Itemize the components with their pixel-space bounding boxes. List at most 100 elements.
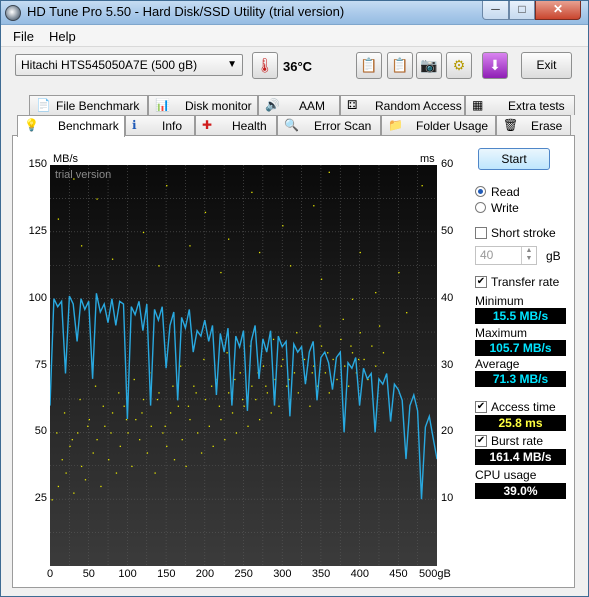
folder-icon: 📁: [388, 118, 403, 132]
tab-file-benchmark[interactable]: 📄 File Benchmark: [29, 95, 148, 115]
disk-monitor-icon: 📊: [155, 98, 170, 112]
access-time-point: [185, 465, 187, 468]
tab-label: Disk monitor: [185, 99, 252, 113]
access-time-point: [228, 392, 230, 394]
burst-rate-checkbox[interactable]: ✔: [475, 435, 487, 447]
access-time-point: [239, 372, 241, 374]
tab-aam[interactable]: 🔊 AAM: [258, 95, 340, 115]
access-time-point: [328, 392, 330, 394]
access-time-point: [336, 378, 338, 381]
tab-extra-tests[interactable]: ▦ Extra tests: [465, 95, 575, 115]
tab-health[interactable]: ✚ Health: [195, 115, 277, 135]
access-time-point: [270, 412, 272, 414]
read-label: Read: [491, 185, 520, 199]
x-tick-label: 350: [311, 568, 331, 580]
thermometer-icon[interactable]: 🌡: [252, 52, 278, 79]
access-time-point: [63, 412, 66, 414]
chart-svg: trial version: [49, 158, 438, 566]
copy-text-icon[interactable]: 📋: [356, 52, 382, 79]
write-radio[interactable]: [475, 202, 486, 213]
read-radio[interactable]: [475, 186, 486, 197]
access-time-point: [150, 425, 152, 427]
exit-button[interactable]: Exit: [521, 52, 572, 79]
access-time-point: [123, 405, 125, 407]
access-time-point: [189, 245, 191, 247]
tab-info[interactable]: ℹ Info: [125, 115, 195, 135]
access-time-checkbox[interactable]: ✔: [475, 401, 487, 413]
access-time-point: [220, 271, 222, 274]
access-time-point: [57, 485, 60, 488]
copy-image-icon[interactable]: 📋: [387, 52, 413, 79]
access-time-point: [359, 332, 361, 334]
menu-file[interactable]: File: [13, 29, 34, 44]
access-time-point: [262, 365, 265, 367]
random-access-icon: ⚃: [347, 98, 358, 112]
short-stroke-checkbox[interactable]: [475, 227, 487, 239]
download-icon[interactable]: ⬇: [482, 52, 508, 79]
options-icon[interactable]: ⚙: [446, 52, 472, 79]
access-time-point: [280, 365, 282, 367]
health-cross-icon: ✚: [202, 118, 213, 132]
access-time-point: [255, 398, 257, 401]
access-time-point: [154, 472, 156, 474]
access-time-point: [181, 439, 183, 441]
start-button[interactable]: Start: [478, 148, 550, 170]
drive-select[interactable]: Hitachi HTS545050A7E (500 gB) ▼: [15, 54, 243, 76]
access-time-point: [133, 378, 135, 381]
access-time-point: [115, 472, 118, 474]
short-stroke-spinner[interactable]: ▲ ▼: [521, 247, 536, 264]
access-time-point: [119, 445, 121, 447]
access-time-point: [382, 352, 385, 354]
cpu-usage-label: CPU usage: [475, 468, 537, 482]
access-time-point: [324, 372, 327, 374]
access-time-point: [309, 405, 311, 407]
title-bar[interactable]: HD Tune Pro 5.50 - Hard Disk/SSD Utility…: [1, 1, 588, 25]
toolbar: Hitachi HTS545050A7E (500 gB) ▼ 🌡 36°C 📋…: [1, 47, 588, 89]
tab-error-scan[interactable]: 🔍 Error Scan: [277, 115, 381, 135]
y-left-tick-label: 150: [28, 158, 47, 170]
access-time-point: [251, 191, 253, 194]
access-time-point: [80, 465, 83, 468]
transfer-rate-checkbox[interactable]: ✔: [475, 276, 487, 288]
access-time-point: [100, 485, 102, 488]
access-time-point: [104, 425, 106, 427]
access-time-point: [61, 459, 63, 461]
tab-benchmark[interactable]: 💡 Benchmark: [17, 115, 125, 137]
close-button[interactable]: ✕: [535, 1, 581, 20]
access-time-point: [327, 352, 329, 354]
access-time-point: [162, 432, 164, 434]
burst-rate-label: Burst rate: [491, 434, 544, 448]
benchmark-chart: trial version: [49, 158, 438, 566]
access-time-point: [266, 392, 269, 394]
access-time-point: [351, 298, 354, 300]
access-time-point: [139, 439, 141, 441]
tab-random-access[interactable]: ⚃ Random Access: [340, 95, 465, 115]
access-time-point: [224, 439, 226, 441]
access-time-point: [80, 245, 83, 247]
maximize-button[interactable]: □: [509, 1, 535, 20]
file-benchmark-icon: 📄: [36, 98, 51, 112]
x-tick-label: 300: [273, 568, 292, 580]
access-time-point: [234, 378, 236, 381]
access-time-point: [51, 499, 53, 501]
minimize-button[interactable]: ─: [482, 1, 509, 20]
menu-help[interactable]: Help: [49, 29, 76, 44]
access-time-point: [378, 325, 381, 327]
access-time-point: [375, 291, 377, 294]
tab-disk-monitor[interactable]: 📊 Disk monitor: [148, 95, 258, 115]
access-time-point: [195, 392, 197, 394]
access-time-point: [210, 385, 213, 387]
access-time-point: [371, 345, 373, 347]
access-time-point: [320, 345, 323, 347]
access-time-point: [363, 358, 365, 361]
access-time-point: [375, 365, 377, 367]
access-time-point: [231, 412, 234, 414]
access-time-point: [359, 251, 361, 254]
tab-label: File Benchmark: [56, 99, 140, 113]
access-time-point: [111, 412, 114, 414]
access-time-point: [243, 405, 245, 407]
tab-folder-usage[interactable]: 📁 Folder Usage: [381, 115, 496, 135]
camera-icon[interactable]: 📷: [416, 52, 442, 79]
tab-erase[interactable]: 🗑 Erase: [496, 115, 571, 135]
access-time-point: [296, 332, 298, 334]
